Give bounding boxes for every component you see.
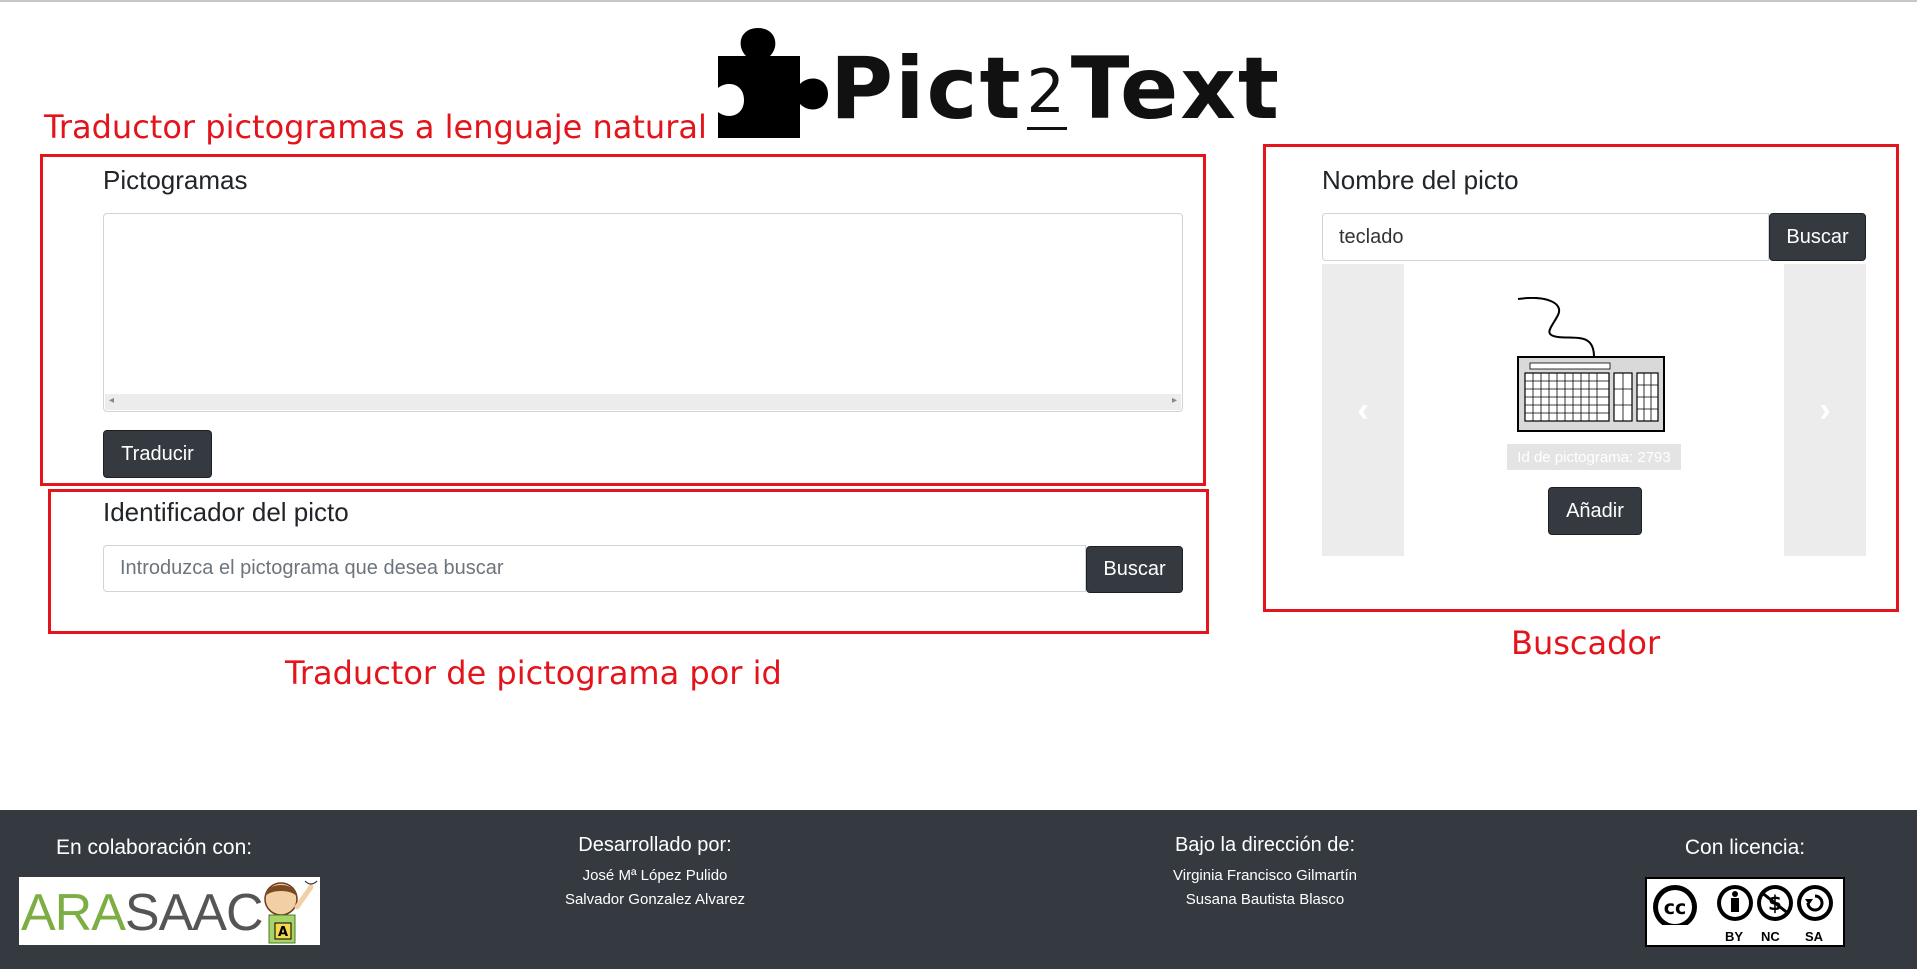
carousel-prev-button[interactable]: ‹ — [1322, 264, 1404, 556]
scroll-left-icon[interactable]: ◂ — [109, 395, 114, 406]
name-search-input[interactable]: teclado — [1322, 213, 1769, 261]
arasaac-mascot-icon: A — [264, 880, 318, 944]
add-pictogram-button[interactable]: Añadir — [1548, 487, 1642, 535]
translate-button[interactable]: Traducir — [103, 430, 212, 478]
pictogramas-title: Pictogramas — [103, 165, 248, 195]
id-search-input[interactable]: Introduzca el pictograma que desea busca… — [103, 545, 1086, 592]
name-search-title: Nombre del picto — [1322, 165, 1519, 195]
id-search-button[interactable]: Buscar — [1086, 546, 1183, 593]
cc-by-nc-sa-icon: cc $ — [1653, 885, 1833, 929]
footer-license-heading: Con licencia: — [1684, 836, 1806, 859]
logo-text: Pict2Text — [830, 39, 1281, 139]
puzzle-piece-icon — [718, 28, 828, 138]
chevron-left-icon: ‹ — [1357, 390, 1369, 429]
footer-direction-name: Virginia Francisco Gilmartín — [1173, 867, 1357, 884]
carousel-next-button[interactable]: › — [1784, 264, 1866, 556]
footer-dev-name: Salvador Gonzalez Alvarez — [564, 891, 746, 908]
pictogram-carousel: ‹ › Id de pictograma: 2793 Añadir — [1322, 264, 1866, 556]
cc-by-label: BY — [1725, 929, 1744, 944]
annotation-search-label: Buscador — [1511, 624, 1661, 662]
footer-dev-heading: Desarrollado por: — [578, 834, 732, 856]
svg-text:A: A — [278, 925, 288, 940]
footer: En colaboración con: ARASAAC A Desarroll… — [0, 810, 1917, 969]
name-search-button[interactable]: Buscar — [1769, 213, 1866, 261]
keyboard-icon — [1517, 297, 1665, 432]
pictogramas-textarea[interactable]: ◂ ▸ — [103, 213, 1183, 412]
footer-collab-heading: En colaboración con: — [56, 836, 253, 859]
arasaac-logo[interactable]: ARASAAC A — [19, 877, 320, 945]
footer-direction-heading: Bajo la dirección de: — [1174, 834, 1356, 856]
pictogram-id-caption: Id de pictograma: 2793 — [1507, 444, 1681, 470]
svg-text:cc: cc — [1664, 897, 1687, 919]
footer-dev-name: José Mª López Pulido — [582, 867, 728, 884]
horizontal-scrollbar[interactable]: ◂ ▸ — [105, 394, 1181, 410]
annotation-id-label: Traductor de pictograma por id — [285, 654, 782, 692]
top-border — [0, 0, 1917, 2]
scroll-right-icon[interactable]: ▸ — [1172, 395, 1177, 406]
chevron-right-icon: › — [1819, 390, 1831, 429]
cc-sa-label: SA — [1805, 929, 1824, 944]
footer-direction-name: Susana Bautista Blasco — [1185, 891, 1345, 908]
pict2text-logo: Pict2Text — [718, 26, 1279, 141]
annotation-translator-label: Traductor pictogramas a lenguaje natural — [44, 108, 707, 146]
id-search-title: Identificador del picto — [103, 497, 349, 527]
cc-license-badge[interactable]: cc $ BY NC SA — [1645, 877, 1845, 947]
cc-nc-label: NC — [1761, 929, 1780, 944]
